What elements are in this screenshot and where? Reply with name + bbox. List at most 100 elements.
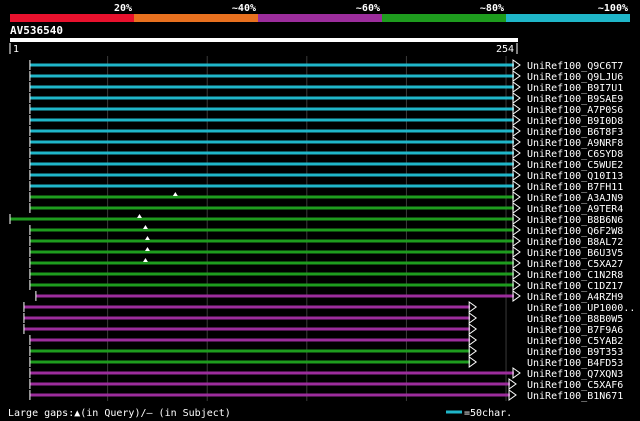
subject-gap-text: (in Subject) [153, 408, 231, 419]
hit-name[interactable]: UniRef100_B9SAE9 [527, 94, 623, 105]
footer: Large gaps:▲(in Query)/– (in Subject) =5… [8, 408, 512, 419]
hit-name[interactable]: UniRef100_A9NRF8 [527, 138, 623, 149]
hit-row[interactable]: UniRef100_C5WUE2 [29, 158, 623, 171]
hit-name[interactable]: UniRef100_A7P0S6 [527, 105, 623, 116]
hit-end-arrow [512, 257, 521, 269]
hit-name[interactable]: UniRef100_Q9C6T7 [527, 61, 623, 72]
hit-row[interactable]: UniRef100_C1N2R8 [29, 268, 623, 281]
hit-end-arrow [512, 169, 521, 181]
hit-name[interactable]: UniRef100_C5XAF6 [527, 380, 623, 391]
hit-end-arrow [512, 235, 521, 247]
hit-end-arrow [512, 202, 521, 214]
hit-name[interactable]: UniRef100_B8AL72 [527, 237, 623, 248]
hit-name[interactable]: UniRef100_B6U3V5 [527, 248, 623, 259]
query-gap-marker-icon [144, 236, 150, 240]
legend-label: ~100% [598, 3, 628, 14]
hit-name[interactable]: UniRef100_B4FD53 [527, 358, 623, 369]
hit-name[interactable]: UniRef100_A3AJN9 [527, 193, 623, 204]
hit-name[interactable]: UniRef100_UP1000.. [527, 303, 635, 314]
hit-name[interactable]: UniRef100_B9I0D8 [527, 116, 623, 127]
hit-name[interactable]: UniRef100_A4RZH9 [527, 292, 623, 303]
legend-label: 20% [114, 3, 132, 14]
hit-row[interactable]: UniRef100_UP1000.. [23, 301, 635, 314]
hit-list: UniRef100_Q9C6T7UniRef100_Q9LJU6UniRef10… [9, 59, 635, 402]
hit-name[interactable]: UniRef100_Q10I13 [527, 171, 623, 182]
hit-end-arrow [512, 367, 521, 379]
hit-row[interactable]: UniRef100_B8B0W5 [23, 312, 623, 325]
hit-row[interactable]: UniRef100_C5XAF6 [29, 378, 623, 391]
hit-row[interactable]: UniRef100_B8B6N6 [9, 213, 623, 226]
hit-name[interactable]: UniRef100_B9T353 [527, 347, 623, 358]
query-gap-marker-icon [136, 214, 142, 218]
hit-name[interactable]: UniRef100_B8B6N6 [527, 215, 623, 226]
identity-legend: 20% ~40% ~60% ~80% ~100% [10, 3, 630, 22]
hit-end-arrow [512, 114, 521, 126]
hit-row[interactable]: UniRef100_B9SAE9 [29, 92, 623, 105]
hit-row[interactable]: UniRef100_B9I0D8 [29, 114, 623, 127]
hit-name[interactable]: UniRef100_C6SYD8 [527, 149, 623, 160]
hit-row[interactable]: UniRef100_B9T353 [29, 345, 623, 358]
hit-row[interactable]: UniRef100_A4RZH9 [35, 290, 623, 303]
hit-row[interactable]: UniRef100_B1N671 [29, 389, 623, 402]
hit-name[interactable]: UniRef100_C5XA27 [527, 259, 623, 270]
hit-row[interactable]: UniRef100_C1DZ17 [29, 279, 623, 292]
hit-row[interactable]: UniRef100_A3AJN9 [29, 191, 623, 204]
hit-end-arrow [512, 290, 521, 302]
hit-name[interactable]: UniRef100_C5WUE2 [527, 160, 623, 171]
hit-name[interactable]: UniRef100_Q7XQN3 [527, 369, 623, 380]
hit-name[interactable]: UniRef100_C5YAB2 [527, 336, 623, 347]
hit-end-arrow [512, 180, 521, 192]
hit-name[interactable]: UniRef100_B8B0W5 [527, 314, 623, 325]
hit-row[interactable]: UniRef100_B7FH11 [29, 180, 623, 193]
hit-end-arrow [512, 81, 521, 93]
hit-row[interactable]: UniRef100_B6T8F3 [29, 125, 623, 138]
hit-row[interactable]: UniRef100_Q7XQN3 [29, 367, 623, 380]
hit-name[interactable]: UniRef100_Q6F2W8 [527, 226, 623, 237]
hit-row[interactable]: UniRef100_C6SYD8 [29, 147, 623, 160]
legend-swatch [134, 14, 258, 22]
hit-end-arrow [512, 268, 521, 280]
hit-name[interactable]: UniRef100_A9TER4 [527, 204, 623, 215]
hit-name[interactable]: UniRef100_B6T8F3 [527, 127, 623, 138]
ruler-end-label: 254 [496, 44, 514, 55]
hit-row[interactable]: UniRef100_C5YAB2 [29, 334, 623, 347]
hit-row[interactable]: UniRef100_A7P0S6 [29, 103, 623, 116]
hit-end-arrow [512, 224, 521, 236]
legend-label: ~60% [356, 3, 380, 14]
hit-row[interactable]: UniRef100_Q10I13 [29, 169, 623, 182]
alignment-overview: 20% ~40% ~60% ~80% ~100% AV536540 1 254 UniR… [8, 3, 635, 419]
hit-row[interactable]: UniRef100_B4FD53 [29, 356, 623, 369]
hit-end-arrow [512, 147, 521, 159]
hit-end-arrow [468, 312, 478, 324]
hit-name[interactable]: UniRef100_C1DZ17 [527, 281, 623, 292]
hit-row[interactable]: UniRef100_B6U3V5 [29, 246, 623, 259]
hit-end-arrow [512, 246, 521, 258]
hit-row[interactable]: UniRef100_Q9C6T7 [29, 59, 623, 72]
hit-row[interactable]: UniRef100_C5XA27 [29, 257, 623, 270]
query-gap-marker-icon [144, 247, 150, 251]
hit-end-arrow [468, 334, 478, 346]
hit-row[interactable]: UniRef100_Q6F2W8 [29, 224, 623, 237]
legend-label: ~40% [232, 3, 256, 14]
hit-name[interactable]: UniRef100_B7FH11 [527, 182, 623, 193]
hit-end-arrow [468, 301, 478, 313]
hit-row[interactable]: UniRef100_A9TER4 [29, 202, 623, 215]
hit-end-arrow [512, 213, 521, 225]
hit-name[interactable]: UniRef100_Q9LJU6 [527, 72, 623, 83]
hit-end-arrow [468, 345, 478, 357]
hit-name[interactable]: UniRef100_B9I7U1 [527, 83, 623, 94]
legend-label: ~80% [480, 3, 504, 14]
hit-name[interactable]: UniRef100_B1N671 [527, 391, 623, 402]
query-gap-marker-icon [142, 225, 148, 229]
query-ruler: 1 254 [9, 38, 518, 55]
hit-name[interactable]: UniRef100_B7F9A6 [527, 325, 623, 336]
hit-row[interactable]: UniRef100_B7F9A6 [23, 323, 623, 336]
legend-swatch [10, 14, 134, 22]
gaps-legend: Large gaps:▲(in Query)/– (in Subject) [8, 408, 231, 419]
hit-name[interactable]: UniRef100_C1N2R8 [527, 270, 623, 281]
hit-row[interactable]: UniRef100_B9I7U1 [29, 81, 623, 94]
hit-row[interactable]: UniRef100_A9NRF8 [29, 136, 623, 149]
hit-row[interactable]: UniRef100_B8AL72 [29, 235, 623, 248]
query-gap-marker-icon [172, 192, 178, 196]
hit-row[interactable]: UniRef100_Q9LJU6 [29, 70, 623, 83]
